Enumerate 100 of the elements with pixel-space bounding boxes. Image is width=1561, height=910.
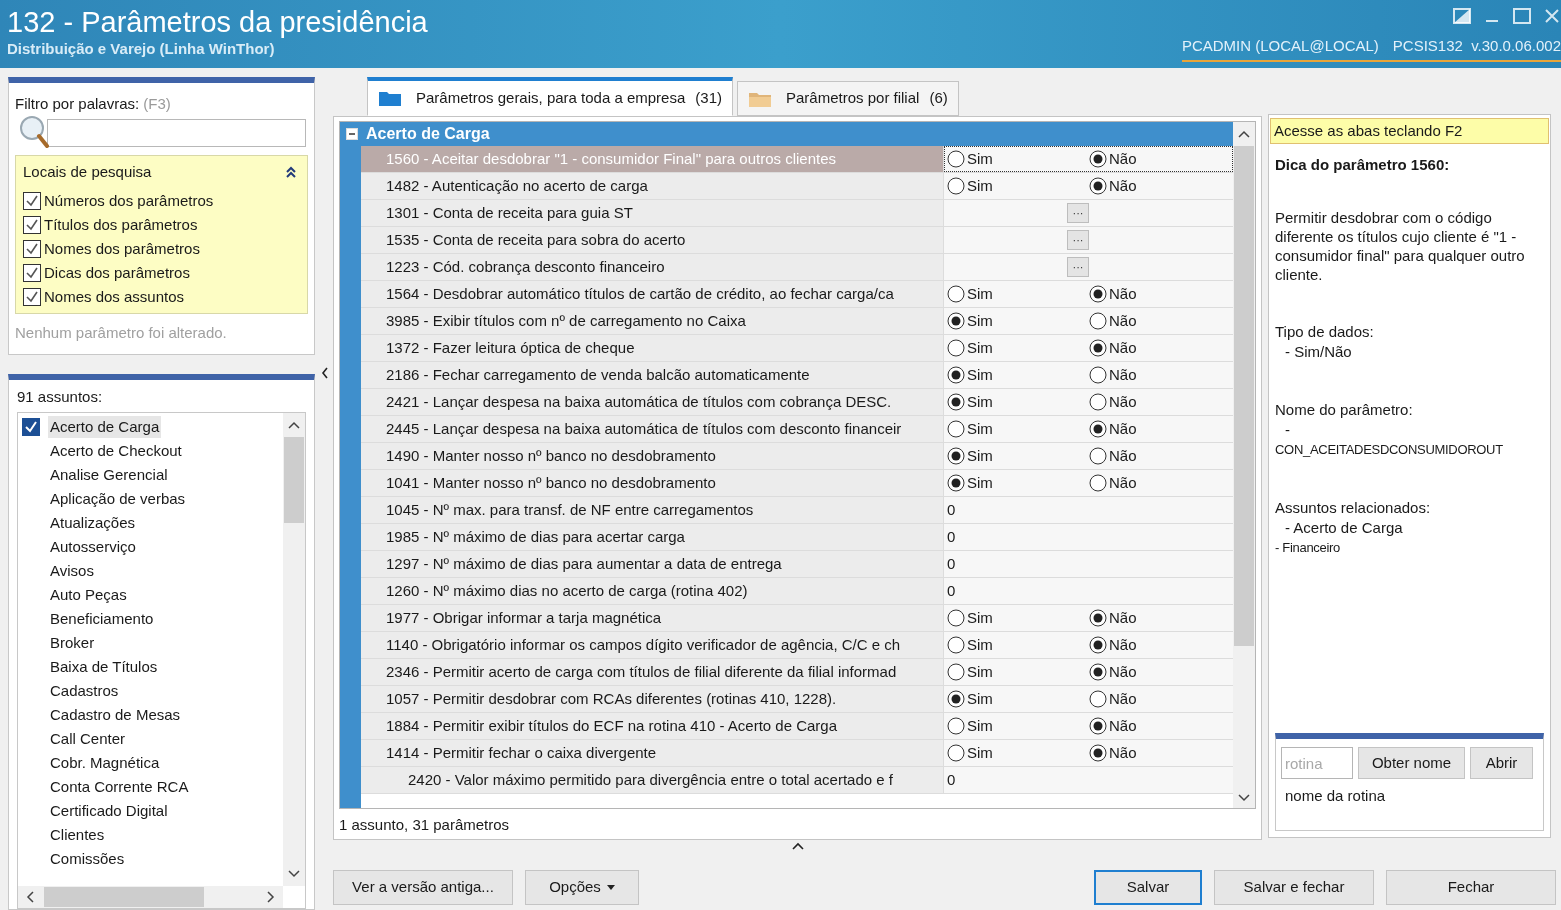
scroll-left-icon[interactable] [26, 891, 34, 903]
parameter-label[interactable]: 1372 - Fazer leitura óptica de cheque [361, 335, 944, 361]
scroll-thumb[interactable] [1234, 146, 1254, 646]
radio-button[interactable] [1089, 636, 1107, 654]
scrollbar[interactable] [18, 886, 283, 908]
parameter-label[interactable]: 1297 - Nº máximo de dias para aumentar a data de entrega [361, 551, 944, 577]
parameter-label[interactable]: 1884 - Permitir exibir títulos do ECF na rotina 410 - Acerto de Carga [361, 713, 944, 739]
ellipsis-button[interactable]: ··· [1067, 230, 1089, 250]
parameter-label[interactable]: 1490 - Manter nosso nº banco no desdobramento [361, 443, 944, 469]
radio-button[interactable] [947, 663, 965, 681]
list-item[interactable]: Analise Gerencial [48, 463, 170, 487]
radio-button[interactable] [1089, 474, 1107, 492]
radio-button[interactable] [1089, 420, 1107, 438]
radio-button[interactable] [947, 150, 965, 168]
list-item[interactable]: Call Center [48, 727, 128, 751]
radio-button[interactable] [947, 474, 965, 492]
checkbox[interactable] [23, 288, 41, 306]
checkbox[interactable] [23, 240, 41, 258]
radio-button[interactable] [947, 312, 965, 330]
list-item[interactable]: Auto Peças [48, 583, 129, 607]
parameter-label[interactable]: 1140 - Obrigatório informar os campos dígito verificador de agência, C/C e ch [361, 632, 944, 658]
radio-button[interactable] [1089, 744, 1107, 762]
parameter-value[interactable]: 0 [947, 768, 956, 792]
search-field[interactable] [47, 118, 306, 147]
list-item[interactable]: Autosserviço [48, 535, 138, 559]
parameter-label[interactable]: 1057 - Permitir desdobrar com RCAs diferentes (rotinas 410, 1228). [361, 686, 944, 712]
checkbox[interactable] [23, 192, 41, 210]
radio-button[interactable] [1089, 285, 1107, 303]
collapse-left-icon[interactable] [320, 367, 329, 379]
list-item[interactable]: Clientes [48, 823, 107, 847]
parameter-label[interactable]: 1260 - Nº máximo dias no acerto de carga (rotina 402) [361, 578, 944, 604]
list-item[interactable]: Broker [48, 631, 97, 655]
list-item[interactable]: Cadastro de Mesas [48, 703, 183, 727]
radio-button[interactable] [947, 609, 965, 627]
parameter-label[interactable]: 1045 - Nº max. para transf. de NF entre carregamentos [361, 497, 944, 523]
radio-button[interactable] [1089, 447, 1107, 465]
parameter-label[interactable]: 1535 - Conta de receita para sobra do acerto [361, 227, 944, 253]
close-icon[interactable] [1545, 8, 1559, 24]
list-item[interactable]: Atualizações [48, 511, 138, 535]
parameter-label[interactable]: 1985 - Nº máximo de dias para acertar carga [361, 524, 944, 550]
list-item[interactable]: Aplicação de verbas [48, 487, 188, 511]
radio-button[interactable] [947, 285, 965, 303]
parameter-label[interactable]: 1223 - Cód. cobrança desconto financeiro [361, 254, 944, 280]
radio-button[interactable] [947, 744, 965, 762]
list-item[interactable]: Acerto de Checkout [48, 439, 184, 463]
parameter-label[interactable]: 1977 - Obrigar informar a tarja magnética [361, 605, 944, 631]
scroll-right-icon[interactable] [267, 891, 275, 903]
parameter-label[interactable]: 1564 - Desdobrar automático títulos de cartão de crédito, ao fechar carga/ca [361, 281, 944, 307]
radio-button[interactable] [1089, 609, 1107, 627]
ellipsis-button[interactable]: ··· [1067, 203, 1089, 223]
radio-button[interactable] [1089, 312, 1107, 330]
radio-button[interactable] [947, 717, 965, 735]
parameter-label[interactable]: 3985 - Exibir títulos com nº de carregamento no Caixa [361, 308, 944, 334]
scrollbar[interactable] [1233, 122, 1255, 808]
parameter-value[interactable]: 0 [947, 579, 956, 603]
radio-button[interactable] [1089, 177, 1107, 195]
button[interactable]: Ver a versão antiga... [333, 870, 513, 905]
list-item[interactable]: Conta Corrente RCA [48, 775, 191, 799]
scrollbar[interactable] [283, 413, 305, 886]
list-item[interactable]: Avisos [48, 559, 96, 583]
list-item[interactable]: Beneficiamento [48, 607, 156, 631]
button[interactable]: Abrir [1470, 747, 1533, 779]
collapse-icon[interactable] [286, 164, 296, 179]
checkbox[interactable] [23, 216, 41, 234]
button[interactable]: Opções [525, 870, 639, 905]
parameter-label[interactable]: 1414 - Permitir fechar o caixa divergente [361, 740, 944, 766]
parameter-label[interactable]: 2445 - Lançar despesa na baixa automática de títulos com desconto financeir [361, 416, 944, 442]
scroll-down-icon[interactable] [288, 870, 300, 878]
radio-button[interactable] [947, 690, 965, 708]
parameter-label[interactable]: 1301 - Conta de receita para guia ST [361, 200, 944, 226]
checkbox[interactable] [22, 418, 40, 436]
list-item[interactable]: Comissões [48, 847, 127, 871]
scroll-up-icon[interactable] [288, 421, 300, 429]
tab[interactable]: Parâmetros por filial (6) [737, 81, 959, 116]
checkbox[interactable] [23, 264, 41, 282]
scroll-thumb[interactable] [44, 887, 204, 907]
parameter-label[interactable]: 2420 - Valor máximo permitido para divergência entre o total acertado e f [361, 767, 944, 793]
radio-button[interactable] [1089, 717, 1107, 735]
radio-button[interactable] [1089, 150, 1107, 168]
radio-button[interactable] [1089, 366, 1107, 384]
radio-button[interactable] [947, 393, 965, 411]
radio-button[interactable] [947, 177, 965, 195]
list-item[interactable]: Certificado Digital [48, 799, 170, 823]
routine-field[interactable]: rotina [1281, 747, 1353, 779]
scroll-up-icon[interactable] [1238, 130, 1250, 138]
maximize-icon[interactable] [1513, 8, 1531, 24]
parameter-value[interactable]: 0 [947, 525, 956, 549]
radio-button[interactable] [1089, 339, 1107, 357]
restore-icon[interactable] [1453, 8, 1471, 24]
radio-button[interactable] [1089, 393, 1107, 411]
radio-button[interactable] [947, 447, 965, 465]
tab[interactable]: Parâmetros gerais, para toda a empresa (31) [367, 77, 733, 116]
radio-button[interactable] [947, 636, 965, 654]
collapse-icon[interactable] [346, 128, 358, 140]
parameter-label[interactable]: 2346 - Permitir acerto de carga com títulos de filial diferente da filial informad [361, 659, 944, 685]
parameter-label[interactable]: 2421 - Lançar despesa na baixa automática de títulos com cobrança DESC. [361, 389, 944, 415]
list-item[interactable]: Acerto de Carga [48, 415, 162, 439]
scroll-down-icon[interactable] [1238, 794, 1250, 802]
radio-button[interactable] [947, 366, 965, 384]
scroll-thumb[interactable] [284, 437, 304, 523]
